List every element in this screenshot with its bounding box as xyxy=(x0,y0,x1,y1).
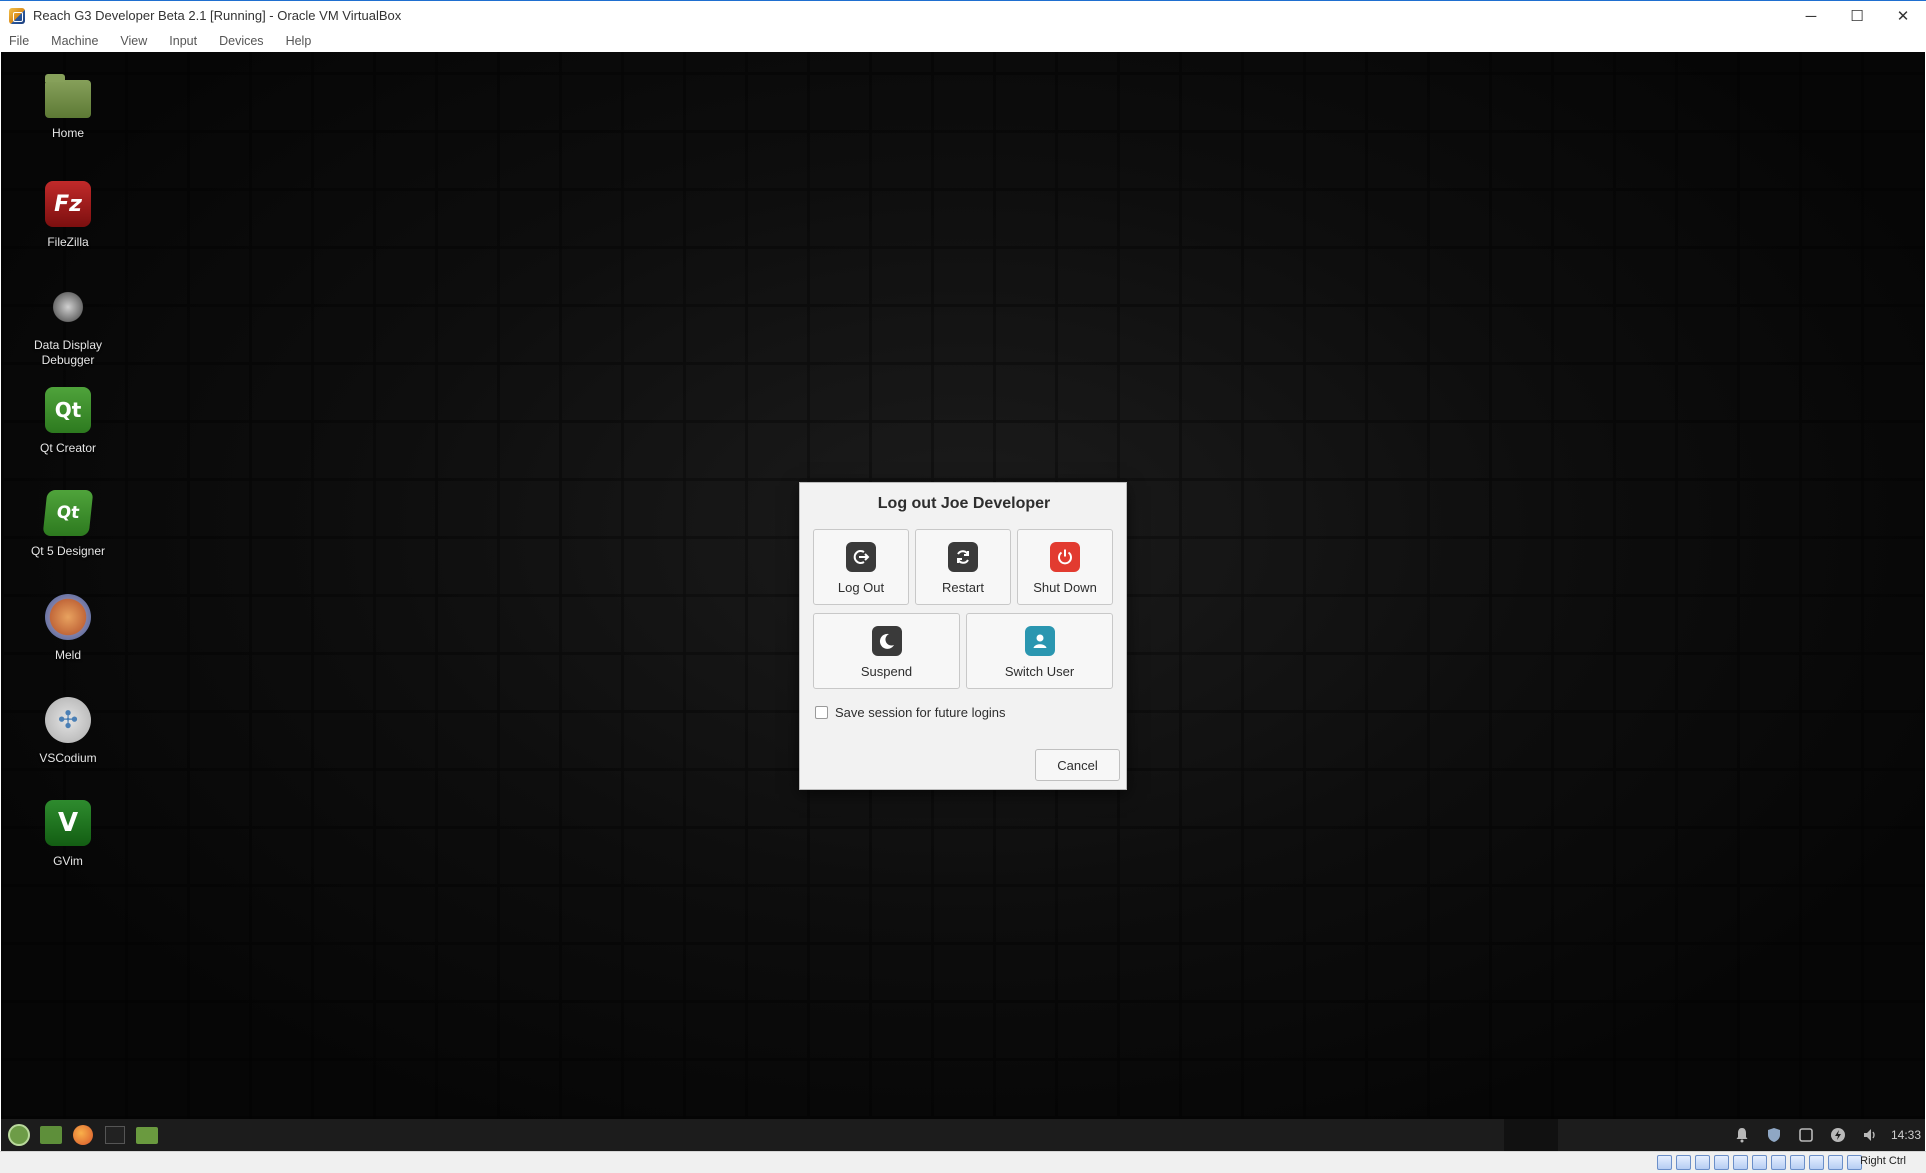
recording-icon[interactable] xyxy=(1790,1155,1805,1170)
desktop-icon-qt-designer[interactable]: Qt Qt 5 Designer xyxy=(13,490,123,559)
desktop-icon-label: Qt 5 Designer xyxy=(30,544,106,558)
notifications-icon[interactable] xyxy=(1731,1124,1753,1146)
dialog-title: Log out Joe Developer xyxy=(877,495,1051,512)
qt-designer-icon: Qt xyxy=(42,490,94,536)
menubar: File Machine View Input Devices Help xyxy=(0,30,1926,52)
desktop-icon-ddd[interactable]: Data Display Debugger xyxy=(13,284,123,368)
minimize-button[interactable]: ─ xyxy=(1788,1,1834,31)
moon-icon xyxy=(871,626,902,656)
mouse-integration-icon[interactable] xyxy=(1828,1155,1843,1170)
menu-input[interactable]: Input xyxy=(166,34,200,48)
panel-launchers xyxy=(1,1123,166,1147)
menu-machine[interactable]: Machine xyxy=(48,34,101,48)
desktop-icon-vscodium[interactable]: ✣ VSCodium xyxy=(13,697,123,766)
cpu-icon[interactable] xyxy=(1809,1155,1824,1170)
workspace-switcher[interactable] xyxy=(1504,1119,1558,1151)
desktop-icon-home[interactable]: Home xyxy=(13,74,123,141)
desktop-icon-label: Meld xyxy=(54,648,81,662)
window-titlebar[interactable]: Reach G3 Developer Beta 2.1 [Running] - … xyxy=(0,0,1926,30)
panel-firefox[interactable] xyxy=(70,1123,96,1147)
host-key-label: Right Ctrl xyxy=(1860,1155,1906,1167)
close-button[interactable]: ✕ xyxy=(1880,1,1926,31)
switch-user-label: Switch User xyxy=(1004,664,1075,679)
restart-label: Restart xyxy=(942,580,984,595)
logout-icon xyxy=(846,542,876,572)
user-icon xyxy=(1024,626,1055,656)
cancel-button[interactable]: Cancel xyxy=(1035,749,1120,781)
desktop-icon-qt-creator[interactable]: Qt Qt Creator xyxy=(13,387,123,456)
guest-desktop[interactable]: Home Fz FileZilla Data Display Debugger … xyxy=(1,52,1925,1119)
desktop-icon-label: Data Display Debugger xyxy=(33,338,103,367)
shutdown-button[interactable]: Shut Down xyxy=(1017,529,1113,605)
display-icon[interactable] xyxy=(1771,1155,1786,1170)
audio-icon[interactable] xyxy=(1695,1155,1710,1170)
window-title: Reach G3 Developer Beta 2.1 [Running] - … xyxy=(33,8,402,23)
folder-icon xyxy=(136,1126,158,1144)
network-adapter-icon[interactable] xyxy=(1714,1155,1729,1170)
desktop-icon-label: GVim xyxy=(53,854,83,868)
save-session-option[interactable]: Save session for future logins xyxy=(815,705,1006,720)
menu-file[interactable]: File xyxy=(6,34,32,48)
logout-dialog: Log out Joe Developer Log Out Restart Sh… xyxy=(799,482,1127,790)
qt-creator-icon: Qt xyxy=(45,387,91,433)
shield-icon[interactable] xyxy=(1763,1124,1785,1146)
network-icon[interactable] xyxy=(1795,1124,1817,1146)
panel-terminal[interactable] xyxy=(102,1123,128,1147)
save-session-label: Save session for future logins xyxy=(835,705,1006,720)
suspend-button[interactable]: Suspend xyxy=(813,613,960,689)
restart-icon xyxy=(948,542,978,572)
desktop-icon-gvim[interactable]: V GVim xyxy=(13,800,123,869)
logout-button[interactable]: Log Out xyxy=(813,529,909,605)
usb-icon[interactable] xyxy=(1733,1155,1748,1170)
gvim-icon: V xyxy=(45,800,91,846)
panel-clock[interactable]: 14:33 xyxy=(1891,1128,1921,1142)
desktop-icon-label: VSCodium xyxy=(39,751,97,765)
menu-devices[interactable]: Devices xyxy=(216,34,266,48)
vm-status-icons xyxy=(1653,1155,1862,1170)
vscodium-icon: ✣ xyxy=(45,697,91,743)
desktop-icon-label: Qt Creator xyxy=(39,441,96,455)
ddd-icon xyxy=(45,284,91,330)
switch-user-button[interactable]: Switch User xyxy=(966,613,1113,689)
shared-folders-icon[interactable] xyxy=(1752,1155,1767,1170)
panel-files[interactable] xyxy=(134,1123,160,1147)
mint-menu-icon xyxy=(8,1124,30,1146)
hard-disk-icon[interactable] xyxy=(1657,1155,1672,1170)
virtualbox-icon xyxy=(9,7,25,24)
menu-view[interactable]: View xyxy=(117,34,150,48)
filezilla-icon: Fz xyxy=(45,181,91,227)
window-controls: ─ ☐ ✕ xyxy=(1788,1,1926,31)
logout-label: Log Out xyxy=(837,580,885,595)
optical-drive-icon[interactable] xyxy=(1676,1155,1691,1170)
menu-help[interactable]: Help xyxy=(283,34,315,48)
guest-panel: 14:33 xyxy=(1,1119,1925,1151)
system-tray: 14:33 xyxy=(1731,1119,1925,1151)
volume-icon[interactable] xyxy=(1859,1124,1881,1146)
restart-button[interactable]: Restart xyxy=(915,529,1011,605)
panel-menu-button[interactable] xyxy=(6,1123,32,1147)
shutdown-label: Shut Down xyxy=(1033,580,1097,595)
save-session-checkbox[interactable] xyxy=(815,706,828,719)
desktop-icon-filezilla[interactable]: Fz FileZilla xyxy=(13,181,123,250)
power-status-icon[interactable] xyxy=(1827,1124,1849,1146)
desktop-icons: Home Fz FileZilla Data Display Debugger … xyxy=(1,52,136,932)
maximize-button[interactable]: ☐ xyxy=(1834,1,1880,31)
desktop-icon-meld[interactable]: Meld xyxy=(13,594,123,663)
meld-icon xyxy=(45,594,91,640)
power-icon xyxy=(1050,542,1080,572)
show-desktop-icon xyxy=(40,1126,62,1144)
terminal-icon xyxy=(105,1126,125,1144)
desktop-icon-label: FileZilla xyxy=(47,235,89,249)
panel-show-desktop[interactable] xyxy=(38,1123,64,1147)
desktop-icon-label: Home xyxy=(51,126,84,140)
folder-home-icon xyxy=(45,74,91,118)
firefox-icon xyxy=(73,1125,93,1145)
vm-statusbar: Right Ctrl xyxy=(0,1151,1926,1173)
suspend-label: Suspend xyxy=(860,664,913,679)
